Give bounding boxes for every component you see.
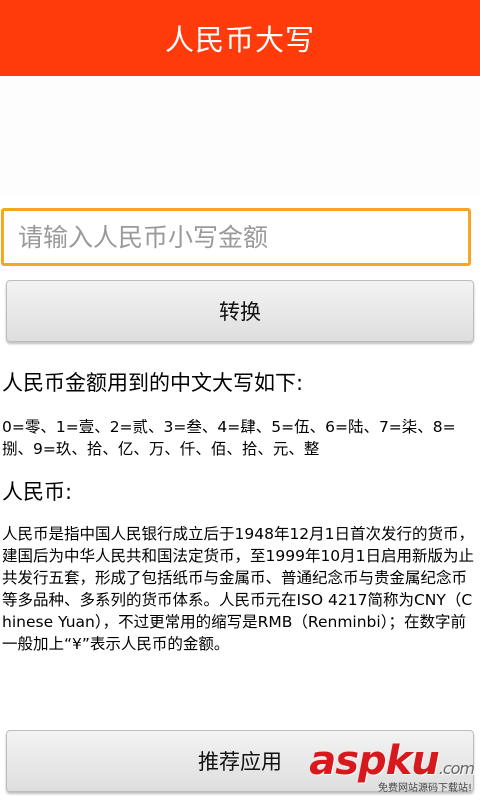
- convert-button[interactable]: 转换: [6, 280, 474, 342]
- top-blank-area: [0, 76, 480, 196]
- chars-text: 0=零、1=壹、2=贰、3=叁、4=肆、5=伍、6=陆、7=柒、8=捌、9=玖、…: [2, 418, 456, 458]
- rmb-heading: 人民币:: [2, 480, 73, 504]
- recommend-apps-button[interactable]: 推荐应用: [6, 730, 474, 792]
- recommend-apps-button-label: 推荐应用: [198, 750, 282, 774]
- title-bar: 人民币大写: [0, 0, 480, 76]
- convert-button-label: 转换: [219, 300, 261, 324]
- amount-input[interactable]: [1, 208, 471, 266]
- chars-heading: 人民币金额用到的中文大写如下:: [2, 371, 304, 395]
- app-title: 人民币大写: [164, 23, 315, 57]
- rmb-text: 人民币是指中国人民银行成立后于1948年12月1日首次发行的货币，建国后为中华人…: [2, 525, 475, 653]
